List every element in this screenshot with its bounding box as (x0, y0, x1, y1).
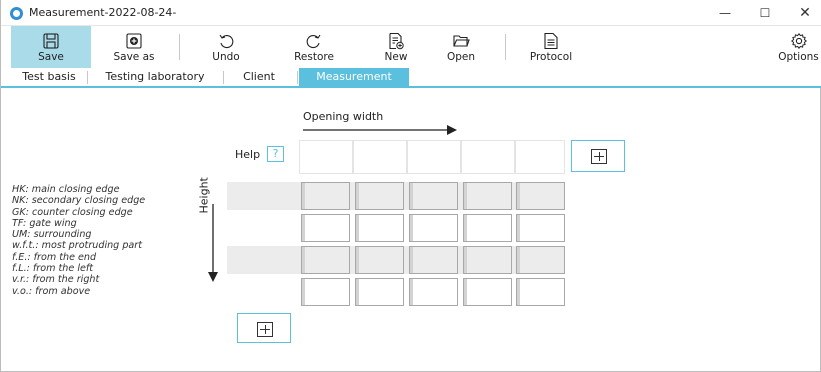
grid-cell[interactable] (516, 246, 565, 274)
legend-item: NK: secondary closing edge (12, 195, 146, 207)
new-document-icon (389, 32, 404, 50)
redo-icon (306, 34, 321, 49)
grid-cell[interactable] (301, 214, 350, 242)
toolbar-separator (179, 34, 180, 60)
tab-separator (87, 71, 88, 84)
save-as-label: Save as (113, 51, 155, 63)
legend-item: w.f.t.: most protruding part (12, 240, 142, 252)
grid-cell[interactable] (409, 278, 458, 306)
help-question-icon[interactable]: ? (267, 146, 284, 162)
save-button[interactable]: Save (11, 26, 91, 68)
tab-test-basis[interactable]: Test basis (15, 68, 83, 86)
legend-item: TF: gate wing (12, 217, 77, 229)
title-bar: Measurement-2022-08-24- — ☐ ✕ (1, 0, 821, 26)
protocol-label: Protocol (529, 51, 573, 63)
legend-item: UM: surrounding (12, 229, 92, 241)
grid-cell[interactable] (463, 214, 512, 242)
restore-button[interactable]: Restore (284, 26, 344, 68)
plus-icon (257, 322, 273, 337)
grid-cell[interactable] (516, 214, 565, 242)
grid-cell[interactable] (516, 182, 565, 210)
grid-cell[interactable] (355, 278, 404, 306)
toolbar: Save Save as Undo Restore New Open Proto… (1, 26, 821, 68)
options-label: Options (778, 51, 819, 63)
tab-bar: Test basis Testing laboratory Client Mea… (1, 68, 821, 88)
new-button[interactable]: New (366, 26, 426, 68)
column-header-cell[interactable] (353, 140, 407, 174)
grid-cell[interactable] (301, 246, 350, 274)
tab-separator (223, 71, 224, 84)
options-button[interactable]: Options (775, 26, 821, 68)
folder-icon (453, 35, 470, 47)
undo-icon (219, 34, 234, 49)
grid-cell[interactable] (516, 278, 565, 306)
legend-item: f.E.: from the end (12, 251, 97, 263)
legend-item: GK: counter closing edge (12, 206, 133, 218)
add-column-button[interactable] (571, 140, 625, 172)
save-as-button[interactable]: Save as (101, 26, 167, 68)
open-label: Open (446, 51, 476, 63)
tab-separator (297, 71, 298, 84)
grid-cell[interactable] (355, 182, 404, 210)
maximize-button[interactable]: ☐ (745, 0, 785, 26)
restore-label: Restore (294, 51, 334, 63)
opening-width-label: Opening width (303, 110, 384, 123)
grid-cell[interactable] (463, 278, 512, 306)
grid-cell[interactable] (409, 182, 458, 210)
new-label: New (384, 51, 408, 63)
app-logo-icon (10, 7, 23, 20)
add-row-button[interactable] (237, 313, 291, 343)
save-label: Save (38, 51, 64, 63)
grid-cell[interactable] (355, 246, 404, 274)
grid-cell[interactable] (463, 246, 512, 274)
legend-item: f.L.: from the left (12, 263, 94, 275)
protocol-button[interactable]: Protocol (519, 26, 583, 68)
arrow-down-icon (208, 204, 218, 282)
grid-cell[interactable] (409, 246, 458, 274)
floppy-disk-icon (43, 33, 59, 49)
grid-cell[interactable] (355, 214, 404, 242)
plus-icon (591, 149, 607, 164)
gear-icon (790, 32, 807, 50)
arrow-right-icon (303, 125, 457, 135)
grid-cell[interactable] (301, 182, 350, 210)
column-header-cell[interactable] (461, 140, 515, 174)
legend-item: v.o.: from above (12, 285, 91, 297)
toolbar-separator (505, 34, 506, 60)
open-button[interactable]: Open (431, 26, 491, 68)
document-icon (544, 32, 558, 50)
legend-item: HK: main closing edge (12, 184, 120, 195)
undo-button[interactable]: Undo (196, 26, 256, 68)
window-title: Measurement-2022-08-24- (29, 6, 177, 19)
app-window: Measurement-2022-08-24- — ☐ ✕ Save Save … (0, 0, 821, 372)
column-header-cell[interactable] (515, 140, 565, 174)
undo-label: Undo (212, 51, 240, 63)
legend-item: v.r.: from the right (12, 274, 100, 286)
column-header-cell[interactable] (299, 140, 353, 174)
tab-client[interactable]: Client (229, 68, 289, 86)
minimize-button[interactable]: — (705, 0, 745, 26)
close-button[interactable]: ✕ (785, 0, 821, 26)
help-label: Help (235, 148, 261, 161)
tab-testing-laboratory[interactable]: Testing laboratory (91, 68, 219, 86)
save-as-icon (126, 33, 142, 49)
tab-measurement[interactable]: Measurement (299, 68, 409, 87)
grid-cell[interactable] (409, 214, 458, 242)
grid-cell[interactable] (463, 182, 512, 210)
column-header-cell[interactable] (407, 140, 461, 174)
abbreviation-legend: HK: main closing edge NK: secondary clos… (12, 184, 145, 297)
grid-cell[interactable] (301, 278, 350, 306)
